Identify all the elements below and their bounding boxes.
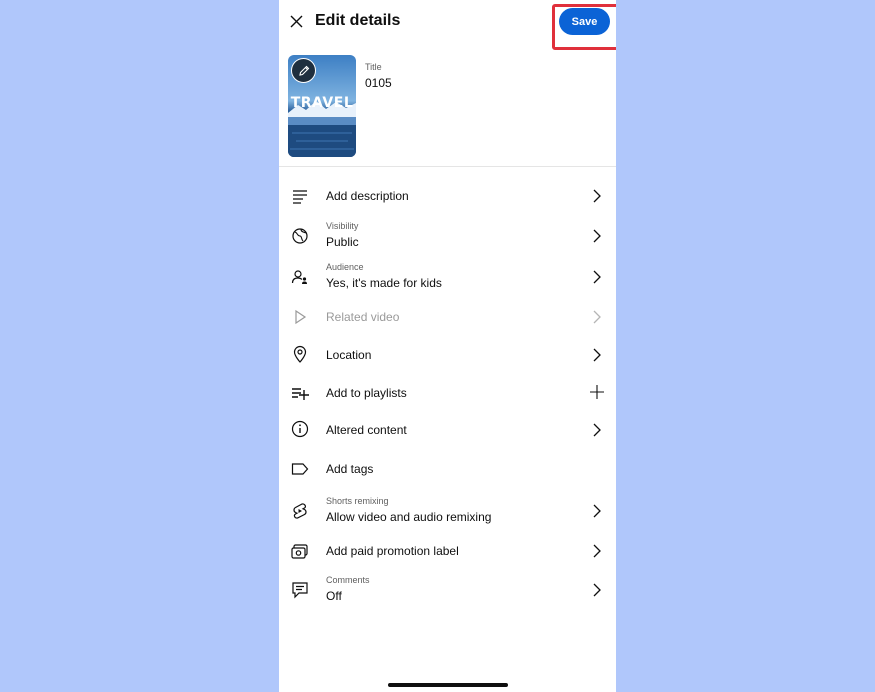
close-icon <box>290 15 303 28</box>
row-label: Altered content <box>326 423 407 437</box>
row-label: Add paid promotion label <box>326 544 459 558</box>
audience-row[interactable]: Audience Yes, it's made for kids <box>279 259 616 295</box>
visibility-row[interactable]: Visibility Public <box>279 218 616 254</box>
divider <box>279 166 616 167</box>
paid-promotion-row[interactable]: Add paid promotion label <box>279 536 616 566</box>
page-title: Edit details <box>315 12 401 29</box>
globe-icon <box>292 228 308 244</box>
row-label: Location <box>326 348 372 362</box>
altered-content-row[interactable]: Altered content <box>279 415 616 445</box>
chevron-right-icon <box>593 348 601 362</box>
thumbnail-overlay-text: TRAVEL <box>290 95 354 111</box>
row-value: Allow video and audio remixing <box>326 510 492 524</box>
related-video-row[interactable]: Related video <box>279 302 616 332</box>
row-label: Add tags <box>326 462 374 476</box>
top-bar: Edit details Save <box>279 0 616 50</box>
row-sublabel: Visibility <box>326 221 359 231</box>
location-row[interactable]: Location <box>279 340 616 370</box>
row-value: Public <box>326 235 359 249</box>
row-label: Add to playlists <box>326 386 407 400</box>
row-value: Yes, it's made for kids <box>326 276 442 290</box>
audience-icon <box>291 270 307 284</box>
save-button[interactable]: Save <box>559 8 610 35</box>
edit-thumbnail-button[interactable] <box>291 58 316 83</box>
row-sublabel: Audience <box>326 262 364 272</box>
row-sublabel: Comments <box>326 575 370 585</box>
chevron-right-icon <box>593 423 601 437</box>
description-icon <box>293 190 307 204</box>
playlist-add-icon <box>292 388 309 400</box>
add-tags-row[interactable]: Add tags <box>279 454 616 484</box>
row-sublabel: Shorts remixing <box>326 496 389 506</box>
row-label: Related video <box>326 310 400 324</box>
edit-details-screen: Edit details Save TRAVEL Title 0105 Add … <box>279 0 616 692</box>
tag-icon <box>291 463 309 475</box>
shorts-remixing-row[interactable]: Shorts remixing Allow video and audio re… <box>279 493 616 529</box>
paid-promotion-icon <box>291 544 308 559</box>
close-button[interactable] <box>287 12 307 32</box>
pencil-icon <box>298 65 309 76</box>
title-label: Title <box>365 62 382 72</box>
info-icon <box>291 420 309 438</box>
add-description-row[interactable]: Add description <box>279 181 616 211</box>
row-value: Off <box>326 589 342 603</box>
chevron-right-icon <box>593 544 601 558</box>
add-to-playlists-row[interactable]: Add to playlists <box>279 378 616 408</box>
chevron-right-icon <box>593 189 601 203</box>
comments-row[interactable]: Comments Off <box>279 572 616 608</box>
play-icon <box>295 309 307 325</box>
row-label: Add description <box>326 189 409 203</box>
chevron-right-icon <box>593 583 601 597</box>
title-input[interactable]: 0105 <box>365 76 392 90</box>
chevron-right-icon <box>593 270 601 284</box>
chevron-right-icon <box>593 229 601 243</box>
plus-icon[interactable] <box>589 384 605 400</box>
shorts-remix-icon <box>293 503 307 519</box>
video-thumbnail[interactable]: TRAVEL <box>288 55 356 157</box>
location-pin-icon <box>293 345 307 363</box>
comments-icon <box>292 582 308 599</box>
chevron-right-icon <box>593 504 601 518</box>
chevron-right-icon <box>593 310 601 324</box>
home-indicator[interactable] <box>388 683 508 687</box>
